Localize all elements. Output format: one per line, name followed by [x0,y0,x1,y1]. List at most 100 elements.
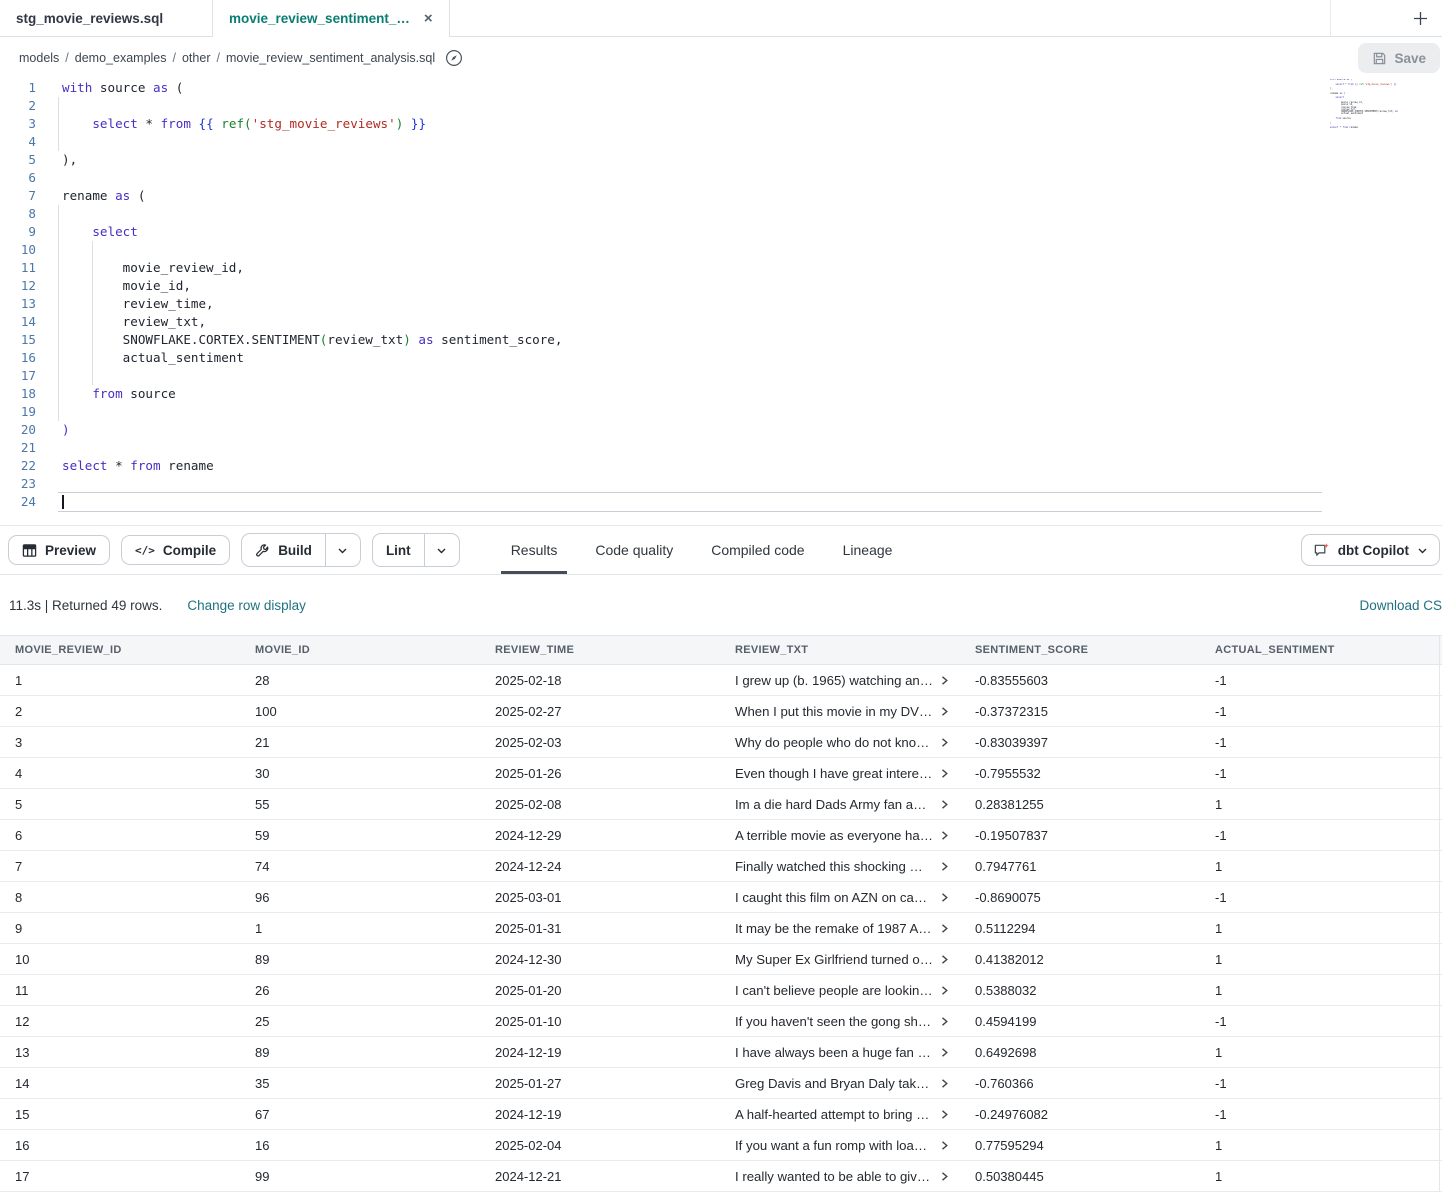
results-tab-lineage[interactable]: Lineage [831,526,905,574]
table-row: 15672024-12-19A half-hearted attempt to … [0,1099,1442,1130]
cell-value: 1 [1200,797,1440,812]
editor-minimap[interactable]: with source as ( select * from {{ ref('s… [1330,79,1398,137]
action-toolbar: Preview </> Compile Build Lint Results Co… [0,525,1442,575]
save-button[interactable]: Save [1358,43,1440,73]
expand-cell-chevron-icon[interactable] [939,675,950,686]
code-line[interactable] [58,493,1322,511]
results-tab-bar: Results Code quality Compiled code Lineage [499,526,919,574]
code-line[interactable]: select [62,223,1442,241]
preview-label: Preview [45,543,96,558]
lint-dropdown-button[interactable] [424,534,459,566]
expand-cell-chevron-icon[interactable] [939,861,950,872]
dbt-copilot-button[interactable]: dbt Copilot [1301,534,1440,566]
code-line[interactable]: ) [62,421,1442,439]
line-number: 9 [0,223,44,241]
expand-cell-chevron-icon[interactable] [939,706,950,717]
expand-cell-chevron-icon[interactable] [939,1078,950,1089]
editor-tab-2[interactable]: movie_review_sentiment_…× [212,0,450,36]
code-line[interactable]: actual_sentiment [62,349,1442,367]
cell-value: 59 [240,828,480,843]
code-line[interactable] [62,133,1442,151]
editor-gutter: 123456789101112131415161718192021222324 [0,79,44,511]
review-txt-value: If you want a fun romp with loads of s… [735,1138,933,1153]
cell-value: 100 [240,704,480,719]
code-line[interactable]: ), [62,151,1442,169]
code-line[interactable]: review_time, [62,295,1442,313]
line-number: 15 [0,331,44,349]
line-number: 3 [0,115,44,133]
code-line[interactable]: select * from {{ ref('stg_movie_reviews'… [62,115,1442,133]
results-tab-code-quality[interactable]: Code quality [583,526,685,574]
expand-cell-chevron-icon[interactable] [939,830,950,841]
line-number: 5 [0,151,44,169]
cell-value: 2025-02-27 [480,704,720,719]
column-header: MOVIE_ID [240,644,480,656]
code-line[interactable] [62,169,1442,187]
table-row: 7742024-12-24Finally watched this shocki… [0,851,1442,882]
expand-cell-chevron-icon[interactable] [939,799,950,810]
code-line[interactable]: with source as ( [62,79,1442,97]
review-txt-value: It may be the remake of 1987 Autumn'… [735,921,933,936]
build-button[interactable]: Build [242,534,325,566]
download-csv-link[interactable]: Download CSV [1359,598,1442,613]
code-line[interactable] [62,439,1442,457]
expand-cell-chevron-icon[interactable] [939,985,950,996]
code-line[interactable]: rename as ( [62,187,1442,205]
expand-cell-chevron-icon[interactable] [939,892,950,903]
file-navigate-icon[interactable] [445,49,463,67]
build-dropdown-button[interactable] [325,534,360,566]
change-row-display-link[interactable]: Change row display [187,598,306,613]
code-line[interactable] [62,475,1442,493]
review-txt-cell: My Super Ex Girlfriend turned out to b… [720,952,960,967]
expand-cell-chevron-icon[interactable] [939,1016,950,1027]
cell-value: -0.24976082 [960,1107,1200,1122]
new-tab-button[interactable] [1402,0,1438,36]
editor-tab-1[interactable]: stg_movie_reviews.sql [0,0,212,36]
expand-cell-chevron-icon[interactable] [939,1140,950,1151]
cell-value: 2025-01-31 [480,921,720,936]
expand-cell-chevron-icon[interactable] [939,954,950,965]
code-line[interactable]: review_txt, [62,313,1442,331]
expand-cell-chevron-icon[interactable] [939,923,950,934]
wrench-icon [255,543,270,558]
close-icon[interactable]: × [424,11,433,26]
expand-cell-chevron-icon[interactable] [939,1171,950,1182]
code-line[interactable] [62,97,1442,115]
code-line[interactable] [62,241,1442,259]
code-line[interactable]: SNOWFLAKE.CORTEX.SENTIMENT(review_txt) a… [62,331,1442,349]
tab-label: stg_movie_reviews.sql [16,11,163,26]
expand-cell-chevron-icon[interactable] [939,1109,950,1120]
code-line[interactable] [62,367,1442,385]
table-row: 8962025-03-01I caught this film on AZN o… [0,882,1442,913]
code-editor[interactable]: 123456789101112131415161718192021222324 … [0,79,1442,525]
cell-value: 12 [0,1014,240,1029]
cell-value: -0.37372315 [960,704,1200,719]
code-line[interactable]: movie_review_id, [62,259,1442,277]
code-line[interactable]: movie_id, [62,277,1442,295]
code-line[interactable] [62,205,1442,223]
cell-value: 2025-02-08 [480,797,720,812]
results-tab-results[interactable]: Results [499,526,570,574]
cell-value: 2025-01-20 [480,983,720,998]
code-line[interactable]: select * from rename [62,457,1442,475]
cell-value: 1 [1200,921,1440,936]
line-number: 4 [0,133,44,151]
column-header: REVIEW_TIME [480,644,720,656]
cell-value: 0.5112294 [960,921,1200,936]
review-txt-value: I grew up (b. 1965) watching and lovin… [735,673,933,688]
lint-button[interactable]: Lint [373,534,424,566]
cell-value: 10 [0,952,240,967]
line-number: 14 [0,313,44,331]
code-line[interactable]: from source [62,385,1442,403]
save-label: Save [1394,51,1426,66]
cell-value: 1 [1200,859,1440,874]
review-txt-value: Greg Davis and Bryan Daly take some … [735,1076,933,1091]
editor-code[interactable]: with source as ( select * from {{ ref('s… [62,79,1442,511]
expand-cell-chevron-icon[interactable] [939,768,950,779]
expand-cell-chevron-icon[interactable] [939,1047,950,1058]
code-line[interactable] [62,403,1442,421]
results-tab-compiled-code[interactable]: Compiled code [699,526,816,574]
expand-cell-chevron-icon[interactable] [939,737,950,748]
preview-button[interactable]: Preview [8,535,110,565]
compile-button[interactable]: </> Compile [121,535,230,565]
